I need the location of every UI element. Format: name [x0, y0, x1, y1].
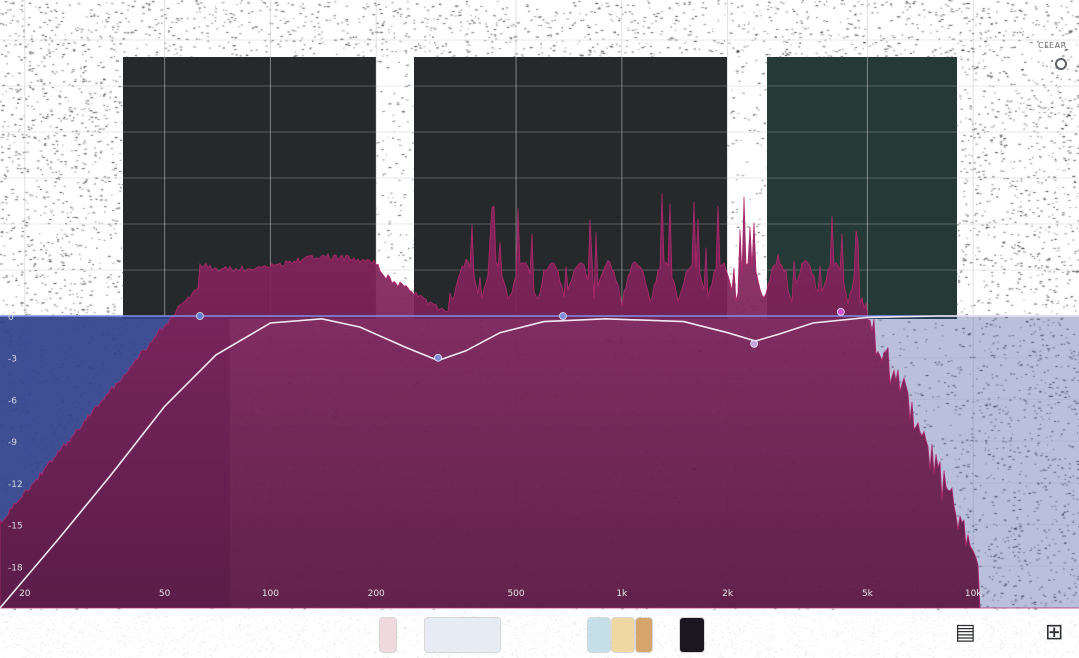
y-tick-label: -3	[8, 355, 17, 365]
dock-item-1[interactable]	[380, 618, 396, 652]
dock-item-6[interactable]	[680, 618, 704, 652]
y-tick-label: -15	[8, 522, 23, 532]
x-tick-label: 200	[368, 589, 385, 599]
x-tick-label: 1k	[616, 589, 628, 599]
y-tick-label: -6	[8, 396, 17, 406]
y-tick-label: -9	[8, 438, 17, 448]
dock-item-4[interactable]	[612, 618, 634, 652]
x-tick-label: 5k	[862, 589, 874, 599]
x-tick-label: 10k	[965, 589, 982, 599]
eq-node-3[interactable]	[559, 312, 567, 320]
dock	[0, 610, 1079, 658]
dock-item-2[interactable]	[425, 618, 500, 652]
clear-button[interactable]: CLEAR	[1038, 41, 1067, 50]
eq-node-2[interactable]	[434, 353, 442, 362]
y-tick-label: -18	[8, 563, 23, 573]
x-tick-label: 20	[19, 589, 31, 599]
analyzer-areas	[0, 193, 1079, 609]
y-tick-label: -12	[8, 480, 23, 490]
calendar-icon[interactable]: ▤	[955, 622, 976, 644]
settings-icon[interactable]	[1055, 58, 1067, 70]
x-tick-label: 100	[262, 589, 279, 599]
eq-node-5[interactable]	[836, 307, 845, 316]
dock-item-3[interactable]	[588, 618, 610, 652]
eq-node-4[interactable]	[750, 339, 759, 348]
eq-analyzer[interactable]: 0 -3 -6 -9 -12 -15 -18 20 50 100 200 500 1k 2k 5k 10k	[0, 0, 1079, 610]
y-tick-label: 0	[8, 313, 14, 323]
x-tick-label: 2k	[722, 589, 734, 599]
eq-node-1[interactable]	[196, 312, 204, 320]
x-tick-label: 500	[507, 589, 524, 599]
x-tick-label: 50	[159, 589, 171, 599]
dock-item-5[interactable]	[636, 618, 652, 652]
grid-icon[interactable]: ⊞	[1045, 622, 1063, 644]
